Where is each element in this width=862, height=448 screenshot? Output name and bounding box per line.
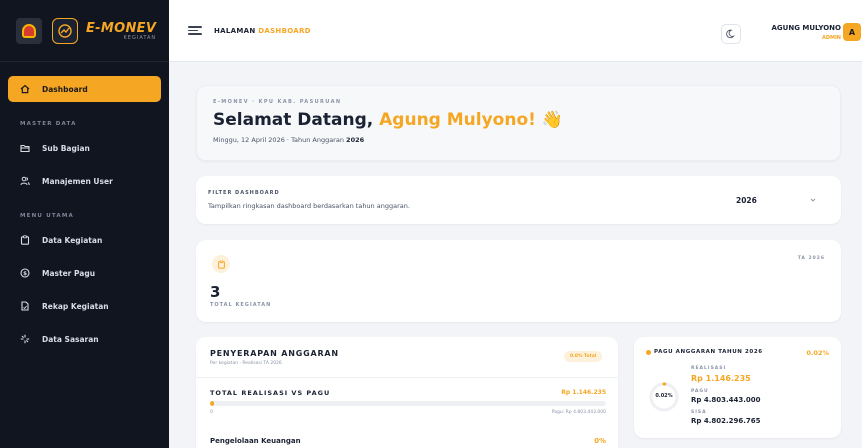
- pagu-title: PAGU ANGGARAN TAHUN 2026: [654, 349, 763, 355]
- total-realisasi-label: TOTAL REALISASI VS PAGU: [210, 389, 331, 397]
- ta-badge: TA 2026: [797, 256, 825, 261]
- welcome-eyebrow: E-MONEV · KPU KAB. PASURUAN: [213, 99, 342, 105]
- sisa-value: Rp 4.802.296.765: [691, 417, 761, 425]
- realisasi-progress-bar: [210, 401, 606, 406]
- status-dot-icon: [646, 350, 651, 355]
- menu-toggle-button[interactable]: [188, 24, 202, 38]
- realisasi-label: REALISASI: [691, 366, 727, 371]
- sidebar-item-label: Master Pagu: [42, 268, 96, 278]
- sidebar-item-master-pagu[interactable]: $ Master Pagu: [8, 260, 161, 286]
- progress-pagu-label: Pagu: Rp 4.803.443.000: [551, 410, 606, 415]
- avatar[interactable]: A: [843, 23, 861, 41]
- sidebar-item-rekap-kegiatan[interactable]: Rekap Kegiatan: [8, 293, 161, 319]
- chevron-down-icon: [810, 198, 816, 202]
- wave-icon: 👋: [541, 110, 563, 130]
- user-role: ADMIN: [821, 35, 841, 41]
- moon-icon: [726, 29, 735, 39]
- brand-title: E-MONEV: [86, 20, 157, 36]
- pagu-percent: 0.02%: [806, 349, 829, 357]
- emonev-logo-icon: [52, 17, 78, 44]
- sidebar-item-label: Dashboard: [42, 84, 88, 94]
- folder-icon: [20, 143, 30, 153]
- topbar: HALAMAN DASHBOARD AGUNG MULYONO ADMIN A: [169, 0, 862, 62]
- welcome-title: Selamat Datang, Agung Mulyono! 👋: [213, 110, 563, 130]
- divider: [196, 377, 618, 378]
- sidebar-item-label: Data Kegiatan: [42, 235, 103, 245]
- pagu-anggaran-card: PAGU ANGGARAN TAHUN 2026 0.02% 0.02% REA…: [634, 337, 841, 438]
- clipboard-icon: [212, 255, 230, 273]
- absorption-title: PENYERAPAN ANGGARAN: [210, 349, 339, 358]
- clipboard-icon: [20, 235, 30, 245]
- sisa-label: SISA: [691, 410, 707, 415]
- sidebar-section-master-data: MASTER DATA: [20, 121, 77, 127]
- pagu-label: PAGU: [691, 389, 709, 394]
- pagu-ring-label: 0.02%: [655, 393, 673, 399]
- user-name: AGUNG MULYONO: [771, 24, 842, 32]
- absorption-subtitle: Per kegiatan · Realisasi TA 2026: [210, 361, 282, 366]
- sidebar-item-sub-bagian[interactable]: Sub Bagian: [8, 135, 161, 161]
- theme-toggle-button[interactable]: [721, 24, 741, 44]
- total-realisasi-amount: Rp 1.146.235: [561, 389, 606, 396]
- sidebar-item-label: Manajemen User: [42, 176, 113, 186]
- realisasi-value: Rp 1.146.235: [691, 374, 751, 383]
- total-kegiatan-value: 3: [210, 283, 221, 301]
- sidebar-item-label: Sub Bagian: [42, 143, 90, 153]
- hamburger-icon: [188, 26, 202, 28]
- dollar-circle-icon: $: [20, 268, 30, 278]
- kegiatan-row-percent: 0%: [594, 437, 606, 445]
- kpu-logo-icon: [16, 17, 42, 44]
- sidebar-item-dashboard[interactable]: Dashboard: [8, 76, 161, 102]
- kegiatan-row-name: Pengelolaan Keuangan: [210, 437, 301, 445]
- total-percent-badge: 0.0% Total: [564, 351, 603, 362]
- progress-min-label: 0: [210, 410, 213, 415]
- filter-description: Tampilkan ringkasan dashboard berdasarka…: [208, 202, 410, 210]
- total-kegiatan-card: TA 2026 3 TOTAL KEGIATAN: [196, 240, 841, 322]
- year-select[interactable]: 2026: [724, 188, 827, 212]
- svg-text:$: $: [23, 271, 27, 277]
- pagu-value: Rp 4.803.443.000: [691, 396, 761, 404]
- sidebar-item-label: Rekap Kegiatan: [42, 301, 109, 311]
- brand: E-MONEV KEGIATAN: [0, 0, 169, 62]
- welcome-card: E-MONEV · KPU KAB. PASURUAN Selamat Data…: [196, 85, 841, 161]
- sidebar-item-data-sasaran[interactable]: Data Sasaran: [8, 326, 161, 352]
- filter-label: FILTER DASHBOARD: [208, 190, 280, 196]
- sidebar-item-label: Data Sasaran: [42, 334, 99, 344]
- file-icon: [20, 301, 30, 311]
- filter-card: FILTER DASHBOARD Tampilkan ringkasan das…: [196, 176, 841, 224]
- sidebar: E-MONEV KEGIATAN Dashboard MASTER DATA S…: [0, 0, 169, 448]
- sidebar-item-data-kegiatan[interactable]: Data Kegiatan: [8, 227, 161, 253]
- progress-fill: [210, 401, 214, 406]
- home-icon: [20, 84, 30, 94]
- users-icon: [20, 176, 30, 186]
- welcome-date: Minggu, 12 April 2026 · Tahun Anggaran 2…: [213, 136, 365, 144]
- page-title: HALAMAN DASHBOARD: [214, 26, 311, 35]
- total-kegiatan-label: TOTAL KEGIATAN: [210, 302, 272, 308]
- sidebar-section-menu-utama: MENU UTAMA: [20, 213, 74, 219]
- year-select-value: 2026: [736, 195, 757, 205]
- crosshair-icon: [20, 334, 30, 344]
- penyerapan-anggaran-card: PENYERAPAN ANGGARAN Per kegiatan · Reali…: [196, 337, 618, 448]
- sidebar-nav: Dashboard MASTER DATA Sub Bagian Manajem…: [0, 62, 169, 352]
- sidebar-item-manajemen-user[interactable]: Manajemen User: [8, 168, 161, 194]
